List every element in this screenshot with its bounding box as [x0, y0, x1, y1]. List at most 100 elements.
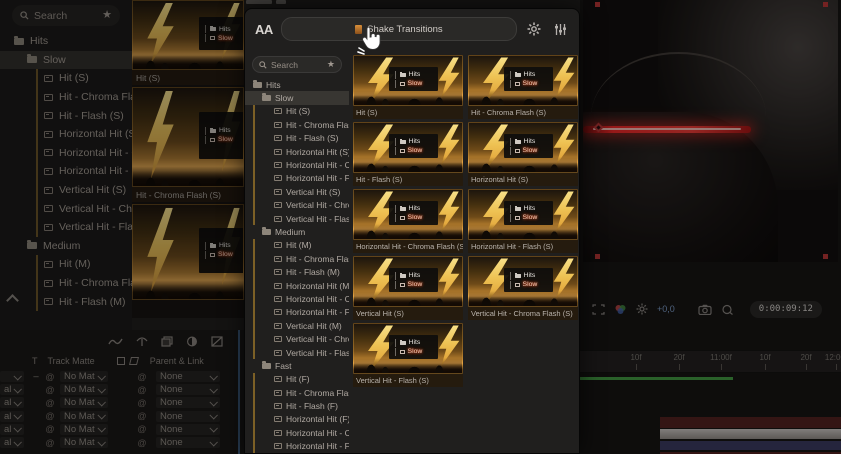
- track-matte-dropdown[interactable]: No Mat: [60, 371, 108, 382]
- exposure-offset-value[interactable]: +0,0: [657, 304, 675, 314]
- sidebar-item-hit-flash-s[interactable]: Hit - Flash (S): [0, 106, 132, 125]
- frame-blend-icon[interactable]: [136, 336, 148, 347]
- pick-whip-icon[interactable]: @: [136, 424, 148, 434]
- pick-whip-icon[interactable]: @: [136, 385, 148, 395]
- selection-handle-top-right[interactable]: [823, 2, 828, 7]
- popup-tree-item-hit-chroma-flash-m[interactable]: Hit - Chroma Flash (M): [245, 252, 349, 265]
- popup-tree-item-vertical-hit-flash-s[interactable]: Vertical Hit - Flash (S): [245, 212, 349, 225]
- sidebar-item-hit-m[interactable]: Hit (M): [0, 255, 132, 274]
- popup-search-input[interactable]: Shake Transitions: [281, 17, 517, 41]
- parent-link-dropdown[interactable]: None: [156, 397, 220, 408]
- blend-mode-dropdown[interactable]: [0, 371, 24, 382]
- preset-cell-vertical-hit-chroma-flash-s[interactable]: HitsSlowVertical Hit - Chroma Flash (S): [468, 256, 578, 322]
- sidebar-item-slow[interactable]: Slow: [0, 51, 132, 70]
- favorite-star-icon[interactable]: ★: [102, 10, 112, 21]
- preset-thumbnail[interactable]: HitsSlow: [468, 55, 578, 106]
- popup-tree-item-horizontal-hit-chroma-flash-s[interactable]: Horizontal Hit - Chroma Flash (S): [245, 158, 349, 171]
- popup-tree-item-horizontal-hit-m[interactable]: Horizontal Hit (M): [245, 279, 349, 292]
- layer-bar-red[interactable]: [660, 417, 841, 428]
- render-wave-icon[interactable]: [108, 337, 123, 347]
- pick-whip-icon[interactable]: @: [44, 438, 56, 448]
- popup-tree-item-slow[interactable]: Slow: [245, 91, 349, 104]
- popup-tree-item-hit-m[interactable]: Hit (M): [245, 239, 349, 252]
- popup-tree-item-medium[interactable]: Medium: [245, 225, 349, 238]
- track-matte-toggle[interactable]: –: [30, 371, 42, 382]
- sidebar-item-hit-chroma-flash-s[interactable]: Hit - Chroma Flash (S): [0, 88, 132, 107]
- sidebar-item-vertical-hit-flash-s[interactable]: Vertical Hit - Flash (S): [0, 218, 132, 237]
- resolution-gear-icon[interactable]: [636, 303, 648, 315]
- popup-tree-item-vertical-hit-flash-m[interactable]: Vertical Hit - Flash (M): [245, 346, 349, 359]
- adjustment-layer-icon[interactable]: [186, 336, 198, 347]
- popup-tree-item-horizontal-hit-f[interactable]: Horizontal Hit (F): [245, 413, 349, 426]
- preset-cell-horizontal-hit-chroma-flash-s[interactable]: HitsSlowHorizontal Hit - Chroma Flash (S…: [353, 189, 463, 255]
- sidebar-item-hit-chroma-flash-m[interactable]: Hit - Chroma Flash (M): [0, 274, 132, 293]
- parent-link-dropdown[interactable]: None: [156, 424, 220, 435]
- sidebar-item-hit-s[interactable]: Hit (S): [0, 69, 132, 88]
- popup-tree-item-hit-f[interactable]: Hit (F): [245, 373, 349, 386]
- timeline-ruler[interactable]: 10f20f11:00f10f20f12:00f: [580, 350, 841, 373]
- layer-bar-blue[interactable]: [660, 441, 841, 450]
- selection-handle-top-left[interactable]: [595, 2, 600, 7]
- preset-thumbnail[interactable]: HitsSlow: [468, 256, 578, 307]
- track-matte-dropdown[interactable]: No Mat: [60, 424, 108, 435]
- pick-whip-icon[interactable]: @: [136, 438, 148, 448]
- preset-cell-horizontal-hit-flash-s[interactable]: HitsSlowHorizontal Hit - Flash (S): [468, 189, 578, 255]
- preset-thumbnail[interactable]: HitsSlow: [468, 189, 578, 240]
- pick-whip-icon[interactable]: @: [136, 372, 148, 382]
- blend-mode-dropdown[interactable]: al: [0, 437, 24, 448]
- preset-cell-hit-s[interactable]: HitsSlowHit (S): [353, 55, 463, 121]
- blend-mode-dropdown[interactable]: al: [0, 384, 24, 395]
- pick-whip-icon[interactable]: @: [44, 424, 56, 434]
- sidebar-item-hit-flash-m[interactable]: Hit - Flash (M): [0, 292, 132, 311]
- snapshot-camera-icon[interactable]: [698, 304, 712, 315]
- favorite-star-icon[interactable]: ★: [327, 60, 335, 69]
- sidebar-item-vertical-hit-chroma-flash-s[interactable]: Vertical Hit - Chroma Flash (S): [0, 199, 132, 218]
- pick-whip-icon[interactable]: @: [136, 411, 148, 421]
- channel-rgb-icon[interactable]: [614, 304, 627, 315]
- preset-thumbnail[interactable]: HitsSlow: [353, 189, 463, 240]
- preset-thumbnail[interactable]: HitsSlow: [132, 0, 244, 70]
- preset-cell-vertical-hit-flash-s[interactable]: HitsSlowVertical Hit - Flash (S): [353, 323, 463, 389]
- popup-tree-item-horizontal-hit-flash-m[interactable]: Horizontal Hit - Flash (M): [245, 306, 349, 319]
- blend-mode-dropdown[interactable]: al: [0, 397, 24, 408]
- sidebar-item-medium[interactable]: Medium: [0, 237, 132, 256]
- popup-tree-item-hit-flash-m[interactable]: Hit - Flash (M): [245, 265, 349, 278]
- track-matte-dropdown[interactable]: No Mat: [60, 384, 108, 395]
- popup-tree-item-horizontal-hit-s[interactable]: Horizontal Hit (S): [245, 145, 349, 158]
- preset-cell-horizontal-hit-s[interactable]: HitsSlowHorizontal Hit (S): [468, 122, 578, 188]
- popup-tree-item-vertical-hit-chroma-flash-s[interactable]: Vertical Hit - Chroma Flash (S): [245, 199, 349, 212]
- sidebar-search-input[interactable]: Search ★: [12, 5, 120, 26]
- blend-mode-dropdown[interactable]: al: [0, 411, 24, 422]
- selection-handle-bottom-right[interactable]: [823, 254, 828, 259]
- background-thumb-cell[interactable]: HitsSlow: [132, 204, 244, 300]
- popup-tree-item-hit-s[interactable]: Hit (S): [245, 105, 349, 118]
- pick-whip-icon[interactable]: @: [44, 398, 56, 408]
- pick-whip-icon[interactable]: @: [44, 385, 56, 395]
- preset-thumbnail[interactable]: HitsSlow: [132, 87, 244, 187]
- layer-bar-light[interactable]: [660, 429, 841, 439]
- parent-link-dropdown[interactable]: None: [156, 437, 220, 448]
- parent-link-dropdown[interactable]: None: [156, 384, 220, 395]
- column-header-t[interactable]: T: [32, 356, 38, 366]
- popup-tree-item-horizontal-hit-chroma-flash-m[interactable]: Horizontal Hit - Chroma Flash (M): [245, 292, 349, 305]
- pick-whip-icon[interactable]: @: [44, 372, 56, 382]
- popup-tree-item-hit-chroma-flash-f[interactable]: Hit - Chroma Flash (F): [245, 386, 349, 399]
- popup-tree-item-hits[interactable]: Hits: [245, 78, 349, 91]
- preset-thumbnail[interactable]: HitsSlow: [468, 122, 578, 173]
- timecode-display[interactable]: 0:00:09:12: [750, 301, 822, 318]
- preset-thumbnail[interactable]: HitsSlow: [353, 122, 463, 173]
- popup-tree-search-input[interactable]: Search ★: [252, 56, 342, 73]
- popup-tree-item-horizontal-hit-chroma-flash-f[interactable]: Horizontal Hit - Chroma Flash (F): [245, 426, 349, 439]
- track-matte-dropdown[interactable]: No Mat: [60, 397, 108, 408]
- blend-mode-dropdown[interactable]: al: [0, 424, 24, 435]
- parent-link-dropdown[interactable]: None: [156, 411, 220, 422]
- popup-tree-item-fast[interactable]: Fast: [245, 359, 349, 372]
- popup-tree-item-hit-flash-s[interactable]: Hit - Flash (S): [245, 132, 349, 145]
- popup-tree-item-vertical-hit-s[interactable]: Vertical Hit (S): [245, 185, 349, 198]
- popup-tree-item-hit-flash-f[interactable]: Hit - Flash (F): [245, 399, 349, 412]
- popup-tree-item-horizontal-hit-flash-s[interactable]: Horizontal Hit - Flash (S): [245, 172, 349, 185]
- preset-cell-vertical-hit-s[interactable]: HitsSlowVertical Hit (S): [353, 256, 463, 322]
- preset-thumbnail[interactable]: HitsSlow: [353, 55, 463, 106]
- track-matte-dropdown[interactable]: No Mat: [60, 411, 108, 422]
- composition-viewer[interactable]: [583, 0, 838, 262]
